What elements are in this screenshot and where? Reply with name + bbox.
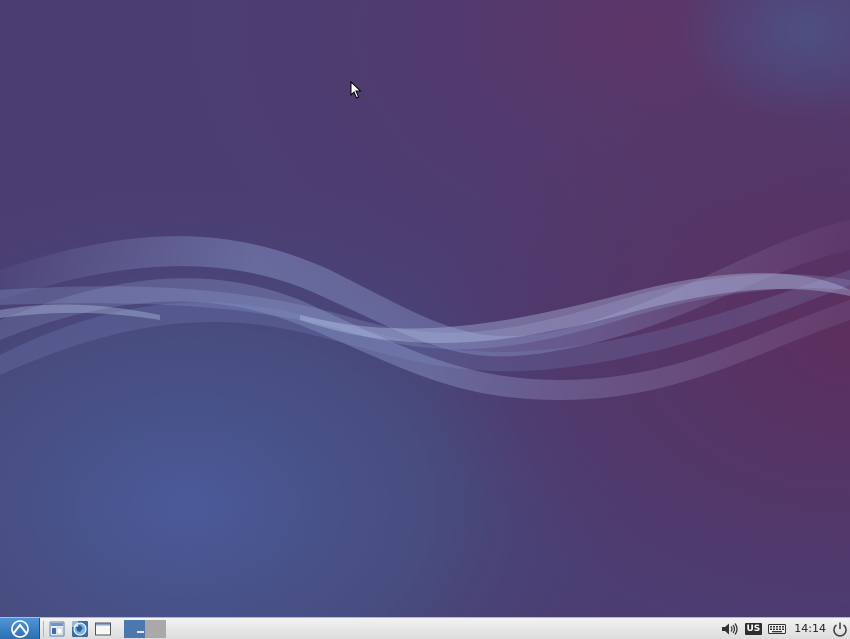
file-manager-icon: [49, 621, 65, 636]
web-browser-launcher[interactable]: [70, 619, 90, 639]
workspace-window-thumbnail: [137, 630, 144, 633]
workspace-2[interactable]: [145, 619, 166, 638]
power-icon: [833, 622, 847, 637]
clock[interactable]: 14:14: [794, 622, 826, 635]
show-desktop-icon: [95, 622, 111, 635]
volume-control[interactable]: [721, 622, 739, 636]
keyboard-icon: [768, 623, 787, 634]
workspace-pager: [124, 619, 166, 638]
web-browser-icon: [72, 620, 88, 637]
main-menu-button[interactable]: [0, 618, 40, 639]
volume-icon: [721, 622, 738, 635]
mouse-pointer-icon: [350, 81, 362, 99]
system-tray: US 14:14: [715, 618, 850, 639]
show-desktop-launcher[interactable]: [93, 619, 113, 639]
desktop-screen: US 14:14: [0, 0, 850, 639]
file-manager-launcher[interactable]: [47, 619, 67, 639]
onscreen-keyboard-button[interactable]: [768, 623, 787, 635]
workspace-1[interactable]: [124, 619, 145, 638]
taskbar-separator: [43, 620, 44, 637]
taskbar: US 14:14: [0, 617, 850, 639]
keyboard-layout-label: US: [744, 622, 763, 635]
shutdown-button[interactable]: [832, 621, 848, 637]
keyboard-layout-indicator[interactable]: US: [744, 622, 763, 635]
desktop-wallpaper[interactable]: [0, 0, 850, 617]
lubuntu-logo-icon: [10, 619, 29, 638]
